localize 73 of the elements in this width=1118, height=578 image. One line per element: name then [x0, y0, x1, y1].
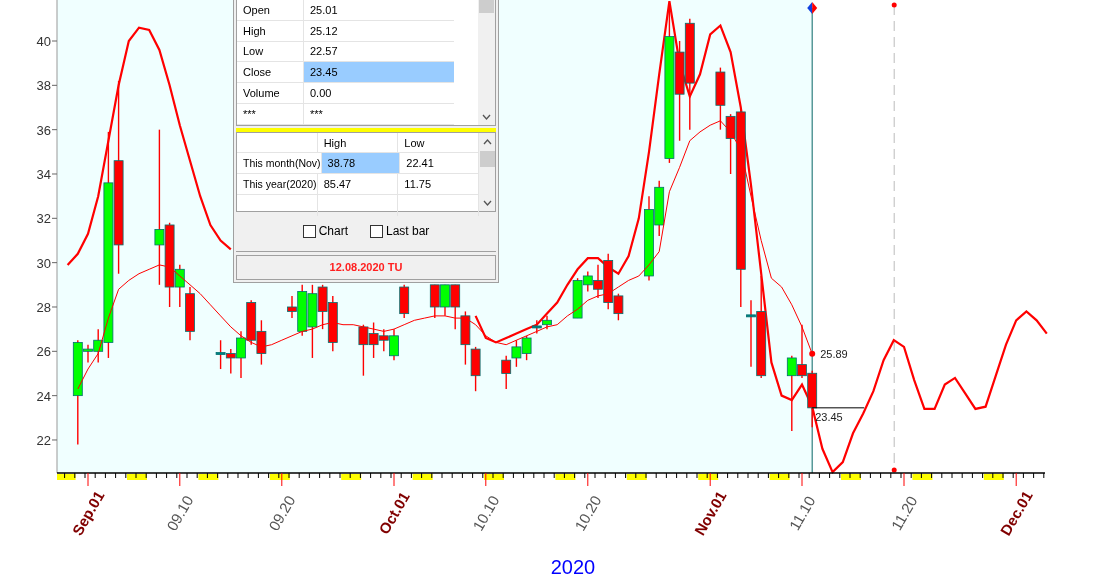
- weekend-marker: [555, 474, 576, 480]
- y-tick-label: 24: [36, 388, 51, 404]
- quote-value: 25.01: [309, 2, 339, 18]
- quote-value: 0.00: [309, 86, 333, 102]
- candlestick: [215, 339, 226, 370]
- weekend-marker: [484, 474, 504, 480]
- row-label: This year(2020): [237, 174, 318, 195]
- candlestick: [501, 355, 512, 390]
- level-line: [811, 407, 865, 409]
- candlestick: [358, 324, 369, 377]
- candlestick: [470, 346, 481, 392]
- candlestick: [450, 284, 461, 330]
- quote-value: 25.12: [309, 23, 339, 39]
- chevron-down-icon[interactable]: [482, 113, 492, 120]
- column-header: High: [317, 132, 399, 153]
- scroll-thumb[interactable]: [479, 0, 495, 13]
- y-tick-label: 34: [36, 167, 51, 182]
- chevron-up-icon[interactable]: [482, 138, 492, 145]
- quote-value: 22.57: [309, 44, 339, 60]
- weekend-marker: [341, 474, 362, 480]
- table-cell: 85.47: [317, 174, 399, 195]
- x-axis-title: 2020: [550, 556, 596, 578]
- candlestick: [327, 295, 338, 352]
- candlestick: [246, 299, 257, 346]
- quote-label: Volume: [237, 83, 304, 103]
- y-tick-label: 32: [36, 211, 51, 227]
- y-tick-label: 40: [36, 34, 51, 49]
- date-text: 12.08.2020 TU: [329, 261, 403, 274]
- quote-value: 23.45: [304, 62, 455, 83]
- candlestick: [429, 284, 440, 319]
- point-marker: [809, 350, 816, 357]
- scroll-thumb[interactable]: [479, 150, 495, 167]
- weekend-marker: [698, 474, 719, 480]
- y-tick-label: 22: [36, 432, 51, 448]
- quote-label: Open: [237, 0, 304, 20]
- weekend-marker: [57, 474, 76, 480]
- candlestick: [511, 339, 522, 368]
- weekend-marker: [412, 474, 433, 480]
- row-label: This month(Nov): [237, 153, 322, 174]
- table-cell: 38.78: [321, 153, 401, 174]
- table-cell: 22.41: [400, 153, 479, 174]
- chevron-down-icon[interactable]: [482, 199, 492, 206]
- y-tick-label: 26: [36, 344, 51, 360]
- candlestick: [440, 284, 450, 317]
- quote-label: ***: [237, 104, 304, 124]
- candlestick: [399, 284, 410, 319]
- quote-label: Low: [237, 41, 304, 62]
- weekend-marker: [198, 474, 219, 480]
- weekend-marker: [841, 474, 861, 480]
- point-value-label: 25.89: [820, 347, 848, 360]
- weekend-marker: [626, 474, 647, 480]
- y-tick-label: 28: [36, 300, 51, 315]
- candlestick: [256, 319, 267, 366]
- weekend-marker: [269, 474, 290, 480]
- candlestick: [185, 286, 195, 341]
- y-tick-label: 38: [36, 78, 51, 94]
- candlestick: [715, 66, 726, 131]
- diamond-marker-icon: [807, 2, 818, 14]
- candlestick: [542, 315, 552, 330]
- weekend-marker: [127, 474, 147, 480]
- checkbox[interactable]: Last bar: [370, 224, 430, 239]
- quote-label: High: [237, 20, 304, 41]
- y-tick-label: 30: [36, 255, 51, 271]
- weekend-marker: [983, 474, 1004, 480]
- quote-value: ***: [309, 106, 324, 122]
- candlestick: [797, 324, 807, 379]
- checkbox[interactable]: Chart: [302, 224, 348, 239]
- y-tick-label: 36: [36, 122, 51, 138]
- candlestick: [389, 328, 399, 361]
- weekend-marker: [912, 474, 933, 480]
- weekend-marker: [769, 474, 790, 480]
- level-value-label: 23.45: [815, 410, 843, 423]
- candlestick: [460, 310, 471, 366]
